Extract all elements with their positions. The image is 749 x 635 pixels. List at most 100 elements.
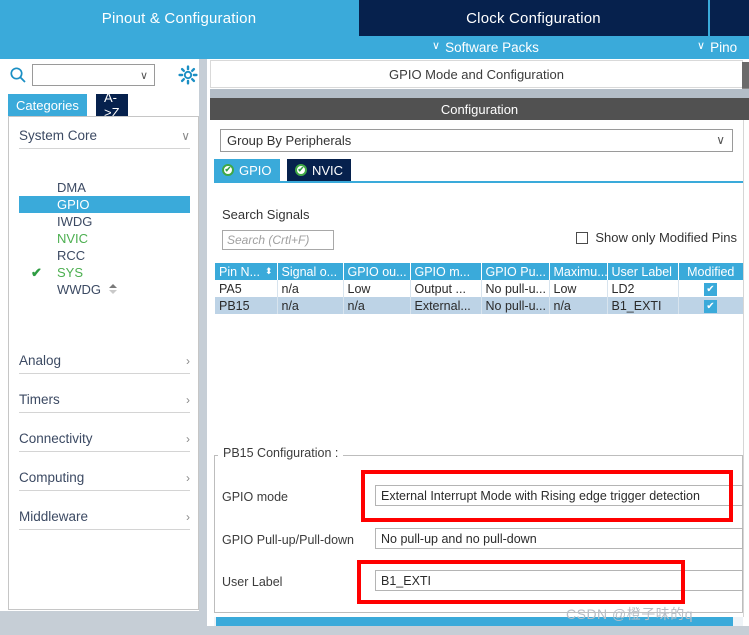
tree-item-nvic-label: NVIC	[57, 231, 89, 246]
tree-group-middleware[interactable]: Middleware ›	[19, 504, 190, 530]
search-signals-label: Search Signals	[222, 207, 310, 222]
chevron-right-icon: ›	[186, 509, 190, 524]
tree-item-dma[interactable]: DMA	[19, 179, 190, 196]
sort-icon[interactable]: ⬍	[265, 266, 273, 276]
tree-group-analog[interactable]: Analog ›	[19, 348, 190, 374]
chevron-down-icon[interactable]: ∨	[140, 69, 148, 82]
app-window: Pinout & Configuration Clock Configurati…	[0, 0, 749, 635]
tree-group-computing[interactable]: Computing ›	[19, 465, 190, 491]
tree-item-wwdg-label: WWDG	[57, 282, 102, 297]
cell-modified[interactable]: ✔	[678, 280, 744, 297]
group-by-select[interactable]: Group By Peripherals ∨	[220, 129, 733, 152]
table-row[interactable]: PB15 n/a n/a External... No pull-u... n/…	[215, 297, 744, 314]
cell-gpio-output: n/a	[343, 297, 411, 314]
main-vscrollbar-top[interactable]	[742, 62, 749, 88]
tree-item-dma-label: DMA	[57, 180, 86, 195]
search-signals-input[interactable]: Search (Crtl+F)	[222, 230, 334, 250]
tree-item-rcc-label: RCC	[57, 248, 86, 263]
table-header-row: Pin N... ⬍ Signal o... GPIO ou... GPIO m…	[215, 263, 743, 280]
pin-configuration-table: Pin N... ⬍ Signal o... GPIO ou... GPIO m…	[215, 263, 744, 314]
checkbox-checked-icon: ✔	[704, 282, 717, 296]
column-header-modified[interactable]: Modified	[678, 263, 743, 280]
table-row[interactable]: PA5 n/a Low Output ... No pull-u... Low …	[215, 280, 744, 297]
cell-user-label: LD2	[607, 280, 679, 297]
software-packs-label: Software Packs	[445, 40, 539, 55]
check-icon: ✔	[31, 265, 42, 280]
tab-pinout-configuration[interactable]: Pinout & Configuration	[0, 0, 358, 36]
tree-group-connectivity[interactable]: Connectivity ›	[19, 426, 190, 452]
panel-separator	[210, 89, 749, 98]
pinout-menu-label: Pino	[710, 40, 738, 55]
column-header-maximum[interactable]: Maximu...	[549, 263, 608, 280]
chevron-right-icon: ›	[186, 470, 190, 485]
cell-signal: n/a	[277, 297, 344, 314]
status-ok-icon: ✔	[295, 164, 307, 176]
tree-item-gpio[interactable]: GPIO	[19, 196, 190, 213]
tab-gpio[interactable]: ✔ GPIO	[214, 159, 280, 181]
checkbox-icon[interactable]	[576, 231, 589, 244]
tab-pinout-configuration-label: Pinout & Configuration	[101, 9, 257, 27]
top-tab-bar: Pinout & Configuration Clock Configurati…	[0, 0, 749, 36]
cell-pin-name: PB15	[215, 297, 278, 314]
tree-group-computing-label: Computing	[19, 470, 85, 485]
bottom-strip	[207, 626, 749, 635]
cell-modified[interactable]: ✔	[678, 297, 744, 314]
status-ok-icon: ✔	[222, 164, 234, 176]
main-hscrollbar-thumb[interactable]	[216, 617, 733, 626]
tree-item-gpio-label: GPIO	[57, 197, 90, 212]
tree-group-system-core-label: System Core	[19, 128, 98, 143]
tree-group-middleware-label: Middleware	[19, 509, 89, 524]
tree-group-connectivity-label: Connectivity	[19, 431, 93, 446]
chevron-right-icon: ›	[186, 353, 190, 368]
cell-user-label: B1_EXTI	[607, 297, 679, 314]
gpio-mode-title: GPIO Mode and Configuration	[210, 60, 743, 88]
column-header-signal[interactable]: Signal o...	[277, 263, 344, 280]
column-header-gpio-pull[interactable]: GPIO Pu...	[481, 263, 550, 280]
left-panel-hscrollbar[interactable]: ▲▼	[0, 611, 207, 635]
pin-config-legend: PB15 Configuration :	[218, 446, 344, 460]
cell-gpio-mode: Output ...	[410, 280, 482, 297]
chevron-right-icon: ›	[186, 431, 190, 446]
tab-categories[interactable]: Categories	[8, 94, 87, 116]
gpio-pull-select[interactable]: No pull-up and no pull-down	[375, 528, 743, 549]
column-header-gpio-mode[interactable]: GPIO m...	[410, 263, 482, 280]
tree-item-sys-label: SYS	[57, 265, 84, 280]
tree-item-sys[interactable]: ✔ SYS	[19, 264, 190, 281]
show-modified-pins-label: Show only Modified Pins	[595, 230, 737, 245]
cell-pin-name: PA5	[215, 280, 278, 297]
cell-signal: n/a	[277, 280, 344, 297]
tree-item-rcc[interactable]: RCC	[19, 247, 190, 264]
cell-gpio-mode: External...	[410, 297, 482, 314]
pinout-menu[interactable]: ∨ Pino	[697, 36, 737, 59]
column-header-gpio-output[interactable]: GPIO ou...	[343, 263, 411, 280]
group-by-select-value: Group By Peripherals	[227, 133, 352, 148]
gear-icon[interactable]	[178, 65, 198, 85]
tree-item-wwdg[interactable]: WWDG	[19, 281, 190, 298]
annotation-box-gpio-mode	[361, 470, 733, 522]
tab-nvic-label: NVIC	[312, 162, 344, 178]
tab-gpio-label: GPIO	[239, 162, 272, 178]
cell-maximum: n/a	[549, 297, 608, 314]
search-icon[interactable]	[9, 66, 27, 84]
tab-nvic[interactable]: ✔ NVIC	[287, 159, 352, 181]
tree-group-system-core[interactable]: System Core ∨	[19, 123, 190, 149]
column-header-user-label[interactable]: User Label	[607, 263, 679, 280]
search-input[interactable]: ∨	[32, 64, 155, 86]
tree-group-timers[interactable]: Timers ›	[19, 387, 190, 413]
cell-maximum: Low	[549, 280, 608, 297]
tab-extra-right[interactable]	[710, 0, 749, 36]
column-header-pin-name[interactable]: Pin N... ⬍	[215, 263, 278, 280]
chevron-down-icon[interactable]: ∨	[716, 133, 725, 147]
gpio-pull-label: GPIO Pull-up/Pull-down	[222, 533, 355, 547]
tree-item-iwdg-label: IWDG	[57, 214, 93, 229]
show-modified-pins-checkbox[interactable]: Show only Modified Pins	[576, 230, 737, 245]
chevron-down-icon: ∨	[181, 128, 190, 143]
configuration-header: Configuration	[210, 98, 749, 120]
peripheral-tree: System Core ∨ DMA GPIO IWDG NVIC RCC ✔ S…	[8, 116, 199, 610]
tab-a-to-z[interactable]: A->Z	[96, 90, 128, 120]
tab-clock-configuration[interactable]: Clock Configuration	[359, 0, 708, 36]
tree-item-nvic[interactable]: NVIC	[19, 230, 190, 247]
software-packs-menu[interactable]: ∨ Software Packs	[432, 36, 539, 59]
tree-item-iwdg[interactable]: IWDG	[19, 213, 190, 230]
tree-group-timers-label: Timers	[19, 392, 60, 407]
